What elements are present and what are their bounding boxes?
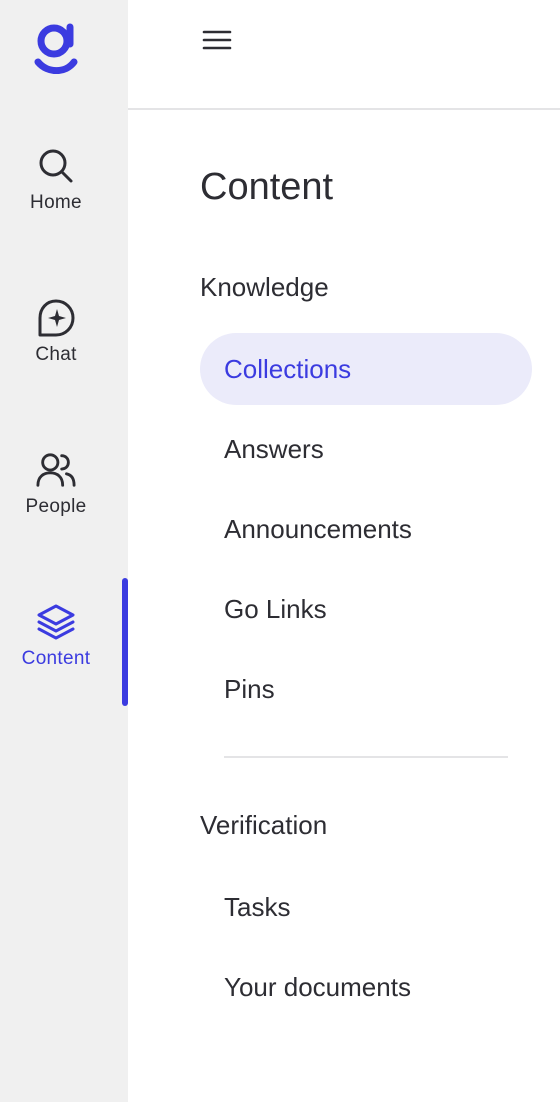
search-icon (36, 146, 76, 186)
left-rail: Home Chat People Content (0, 0, 128, 1102)
page-title: Content (200, 166, 334, 208)
nav-item-announcements[interactable]: Announcements (200, 493, 532, 565)
rail-item-label: Home (30, 192, 82, 213)
nav-item-your-documents[interactable]: Your documents (200, 951, 532, 1023)
brand-logo-icon[interactable] (32, 22, 80, 75)
rail-item-content[interactable]: Content (0, 602, 112, 712)
section-heading-knowledge: Knowledge (200, 272, 329, 302)
content-nav-panel: Content Knowledge Collections Answers An… (128, 110, 560, 1102)
nav-item-answers[interactable]: Answers (200, 413, 532, 485)
nav-item-tasks[interactable]: Tasks (200, 871, 532, 943)
people-icon (36, 450, 76, 490)
rail-item-label: Chat (35, 344, 77, 365)
rail-item-home[interactable]: Home (0, 146, 112, 256)
hamburger-menu-icon[interactable] (200, 26, 234, 54)
rail-item-people[interactable]: People (0, 450, 112, 560)
nav-item-pins[interactable]: Pins (200, 653, 532, 725)
rail-item-label: Content (21, 648, 91, 669)
section-heading-verification: Verification (200, 810, 328, 840)
nav-item-collections[interactable]: Collections (200, 333, 532, 405)
top-bar (128, 0, 560, 110)
rail-item-label: People (25, 496, 87, 517)
chat-sparkle-icon (36, 298, 76, 338)
rail-item-chat[interactable]: Chat (0, 298, 112, 408)
section-divider (224, 756, 508, 758)
app-window: Home Chat People Content Content Knowled… (0, 0, 560, 1102)
layers-icon (36, 602, 76, 642)
nav-item-go-links[interactable]: Go Links (200, 573, 532, 645)
